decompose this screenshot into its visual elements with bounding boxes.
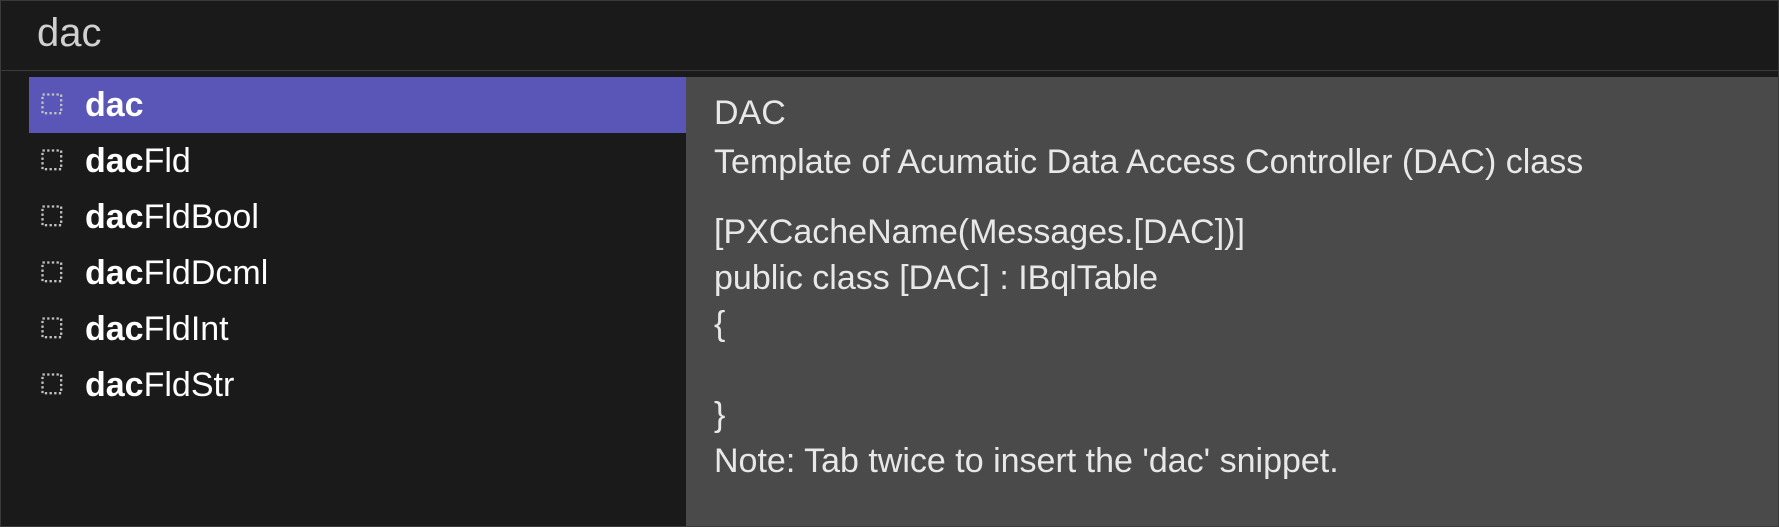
suggestion-item[interactable]: dacFldBool (29, 189, 686, 245)
search-input[interactable]: dac (1, 1, 1778, 71)
suggestion-label: dacFldDcml (85, 254, 268, 293)
intellisense-popup: dac dac dacFld dacFldBool dacFldDcml dac… (0, 0, 1779, 527)
suggestion-label: dacFldStr (85, 366, 234, 405)
suggestion-item[interactable]: dacFldStr (29, 357, 686, 413)
snippet-icon (39, 315, 67, 343)
snippet-icon (39, 147, 67, 175)
details-code: [PXCacheName(Messages.[DAC])] public cla… (714, 210, 1750, 439)
suggestion-label: dacFldInt (85, 310, 229, 349)
details-note: Note: Tab twice to insert the 'dac' snip… (714, 439, 1750, 485)
details-panel: DAC Template of Acumatic Data Access Con… (686, 77, 1778, 526)
suggestion-item[interactable]: dacFld (29, 133, 686, 189)
details-title: DAC (714, 91, 1750, 137)
snippet-icon (39, 91, 67, 119)
content-area: dac dacFld dacFldBool dacFldDcml dacFldI… (1, 71, 1778, 526)
snippet-icon (39, 203, 67, 231)
suggestion-label: dac (85, 86, 144, 125)
snippet-icon (39, 259, 67, 287)
suggestion-item[interactable]: dac (29, 77, 686, 133)
snippet-icon (39, 371, 67, 399)
suggestion-item[interactable]: dacFldDcml (29, 245, 686, 301)
suggestion-label: dacFld (85, 142, 191, 181)
suggestion-list: dac dacFld dacFldBool dacFldDcml dacFldI… (1, 77, 686, 526)
suggestion-label: dacFldBool (85, 198, 259, 237)
suggestion-item[interactable]: dacFldInt (29, 301, 686, 357)
details-description: Template of Acumatic Data Access Control… (714, 140, 1750, 186)
